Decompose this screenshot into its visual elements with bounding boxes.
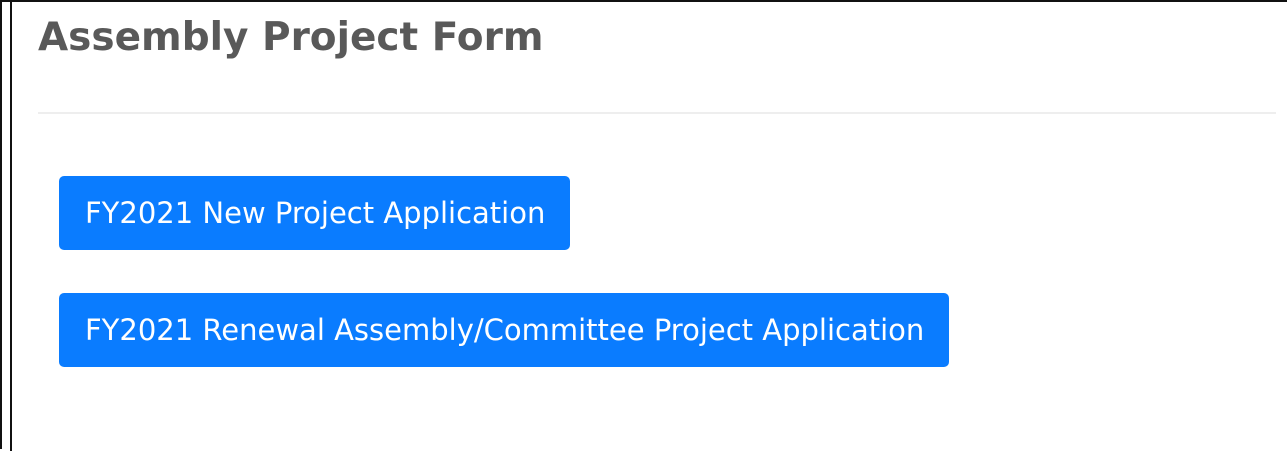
renewal-project-application-button[interactable]: FY2021 Renewal Assembly/Committee Projec… [59,293,949,367]
page-title: Assembly Project Form [38,15,544,60]
new-project-application-button[interactable]: FY2021 New Project Application [59,176,570,250]
page-frame: Assembly Project Form FY2021 New Project… [0,0,1287,451]
left-border-line [10,2,12,451]
title-divider [38,112,1276,114]
